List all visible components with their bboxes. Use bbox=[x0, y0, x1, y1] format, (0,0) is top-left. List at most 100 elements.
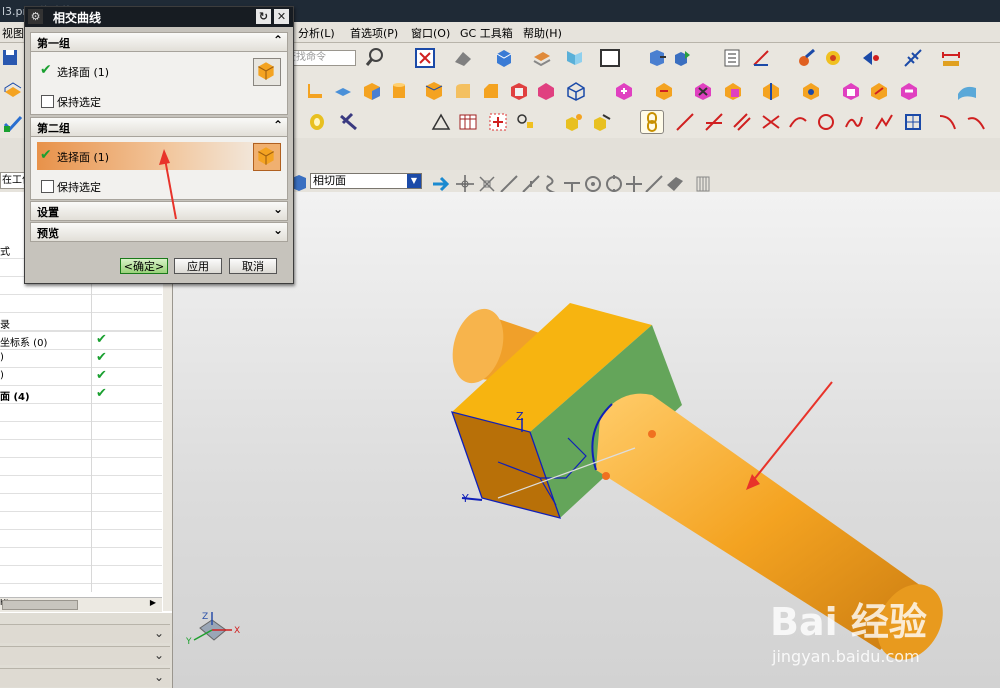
chevron-down-icon[interactable]: ⌄ bbox=[154, 670, 164, 684]
offset-face-icon[interactable] bbox=[332, 80, 354, 102]
check-icon[interactable]: ✔ bbox=[96, 350, 107, 365]
group1-select-face[interactable]: ✔ 选择面 (1) bbox=[37, 57, 283, 86]
scroll-right-icon[interactable]: ▶ bbox=[150, 598, 156, 607]
layer-icon[interactable] bbox=[531, 47, 553, 69]
snap-quadrant-icon[interactable] bbox=[603, 173, 622, 193]
arrow-right-icon[interactable] bbox=[430, 173, 450, 192]
edit-object-display-icon[interactable] bbox=[796, 47, 818, 69]
cylinder-icon[interactable] bbox=[388, 80, 410, 102]
snap-point-filter-icon[interactable] bbox=[454, 173, 474, 193]
preview-header[interactable]: 预览 ⌄ bbox=[30, 222, 288, 242]
fillet-curve-icon[interactable] bbox=[937, 111, 959, 133]
select-face-cube-icon[interactable] bbox=[253, 143, 281, 171]
snap-bounded-grid-icon[interactable] bbox=[692, 173, 710, 192]
snap-center-icon[interactable] bbox=[582, 173, 601, 192]
extrude-icon[interactable] bbox=[2, 80, 24, 102]
color-swatch-icon[interactable] bbox=[599, 47, 621, 69]
ok-button[interactable]: <确定> bbox=[120, 258, 168, 274]
chevron-up-icon[interactable]: ⌃ bbox=[273, 118, 283, 132]
component-icon[interactable] bbox=[591, 111, 613, 133]
chevron-down-icon[interactable]: ⌄ bbox=[154, 626, 164, 640]
edge-blend-icon[interactable] bbox=[452, 80, 474, 102]
spline-icon[interactable] bbox=[843, 111, 865, 133]
close-icon[interactable]: ✕ bbox=[274, 9, 289, 24]
navigator-row[interactable]: 坐标系 (0) ✔ bbox=[0, 331, 162, 350]
triangle-icon[interactable] bbox=[430, 111, 452, 133]
tools-icon[interactable] bbox=[338, 111, 360, 133]
split-body-icon[interactable] bbox=[760, 80, 782, 102]
line-icon[interactable] bbox=[674, 111, 696, 133]
cancel-button[interactable]: 取消 bbox=[229, 258, 277, 274]
surface-icon[interactable] bbox=[956, 80, 978, 102]
navigator-row[interactable]: ) ✔ bbox=[0, 349, 162, 368]
chevron-down-icon[interactable]: ⌄ bbox=[154, 648, 164, 662]
fit-view-icon[interactable] bbox=[414, 47, 436, 69]
menu-analysis[interactable]: 分析(L) bbox=[298, 25, 335, 41]
check-icon[interactable]: ✔ bbox=[96, 368, 107, 383]
wireframe-cube-icon[interactable] bbox=[565, 80, 587, 102]
table-icon[interactable] bbox=[457, 111, 479, 133]
intersect-icon[interactable] bbox=[692, 80, 714, 102]
dialog-title-bar[interactable]: ⚙ 相交曲线 ↻ ✕ bbox=[25, 7, 293, 27]
snap-midpoint-icon[interactable] bbox=[520, 173, 540, 193]
keep-selected-checkbox[interactable] bbox=[41, 180, 54, 193]
snap-endpoint-icon[interactable] bbox=[498, 173, 518, 193]
menu-window[interactable]: 窗口(O) bbox=[411, 25, 450, 41]
intersection-point[interactable] bbox=[602, 472, 610, 480]
navigator-row[interactable]: 录 bbox=[0, 313, 162, 332]
draft-icon[interactable] bbox=[535, 80, 557, 102]
subtract-icon[interactable] bbox=[653, 80, 675, 102]
wcs-icon[interactable] bbox=[563, 47, 585, 69]
measure-angle-icon[interactable] bbox=[750, 47, 772, 69]
graphics-viewport[interactable]: Z Y Z X Y Bai 经验 jingyan.baidu.com bbox=[173, 192, 1000, 688]
model-canvas[interactable]: Z Y Z X Y Bai 经验 jingyan.baidu.com bbox=[173, 192, 1000, 688]
chamfer-icon[interactable] bbox=[480, 80, 502, 102]
circle-icon[interactable] bbox=[815, 111, 837, 133]
snap-on-curve-icon[interactable] bbox=[643, 173, 663, 193]
chevron-down-icon[interactable]: ⌄ bbox=[273, 223, 283, 237]
check-mark-tool-icon[interactable] bbox=[2, 112, 24, 134]
snap-existing-point-icon[interactable] bbox=[623, 173, 642, 192]
navigator-row[interactable]: 面 (4) ✔ bbox=[0, 385, 162, 404]
tangent-arc-icon[interactable] bbox=[787, 111, 809, 133]
snap-point-icon[interactable] bbox=[860, 47, 882, 69]
navigator-scroll-thumb[interactable] bbox=[2, 600, 78, 610]
check-icon[interactable]: ✔ bbox=[96, 386, 107, 401]
transform-icon[interactable] bbox=[671, 47, 693, 69]
keep-selected-checkbox[interactable] bbox=[41, 95, 54, 108]
mirror-feature-icon[interactable] bbox=[840, 80, 862, 102]
menu-gc-toolbox[interactable]: GC 工具箱 bbox=[460, 25, 513, 41]
navigator-collapsed-group[interactable]: ⌄ bbox=[0, 646, 170, 665]
snap-intersection-icon[interactable] bbox=[476, 173, 495, 192]
bridge-curve-icon[interactable] bbox=[965, 111, 987, 133]
chevron-down-icon[interactable]: ▼ bbox=[407, 174, 421, 188]
dimension-icon[interactable] bbox=[940, 47, 962, 69]
gear-icon[interactable]: ⚙ bbox=[28, 9, 43, 24]
chevron-up-icon[interactable]: ⌃ bbox=[273, 33, 283, 47]
intersect-line-icon[interactable] bbox=[703, 111, 725, 133]
thread-icon[interactable] bbox=[306, 111, 328, 133]
find-icon[interactable] bbox=[364, 46, 386, 68]
apply-button[interactable]: 应用 bbox=[174, 258, 222, 274]
snap-on-surface-icon[interactable] bbox=[664, 173, 683, 191]
select-face-cube-icon[interactable] bbox=[253, 58, 281, 86]
offset-curve-icon[interactable] bbox=[515, 111, 537, 133]
check-icon[interactable]: ✔ bbox=[96, 332, 107, 347]
grid-curve-icon[interactable] bbox=[902, 111, 924, 133]
sew-icon[interactable] bbox=[868, 80, 890, 102]
snap-control-icon[interactable] bbox=[541, 173, 557, 194]
group2-keep-selected[interactable]: 保持选定 bbox=[41, 179, 101, 195]
navigator-collapsed-group[interactable]: ⌄ bbox=[0, 668, 170, 687]
shell-icon[interactable] bbox=[508, 80, 530, 102]
selection-filter-select[interactable]: 相切面 ▼ bbox=[310, 173, 422, 189]
sculpt-icon[interactable] bbox=[898, 80, 920, 102]
chain-link-icon[interactable] bbox=[640, 110, 664, 134]
assembly-icon[interactable] bbox=[563, 111, 585, 133]
show-hide-icon[interactable] bbox=[822, 47, 844, 69]
navigator-collapsed-group[interactable]: ⌄ bbox=[0, 624, 170, 643]
move-object-icon[interactable] bbox=[646, 47, 668, 69]
navigator-row[interactable] bbox=[0, 294, 162, 313]
sweep-icon[interactable] bbox=[304, 80, 326, 102]
point-set-icon[interactable] bbox=[487, 111, 509, 133]
menu-help[interactable]: 帮助(H) bbox=[523, 25, 562, 41]
